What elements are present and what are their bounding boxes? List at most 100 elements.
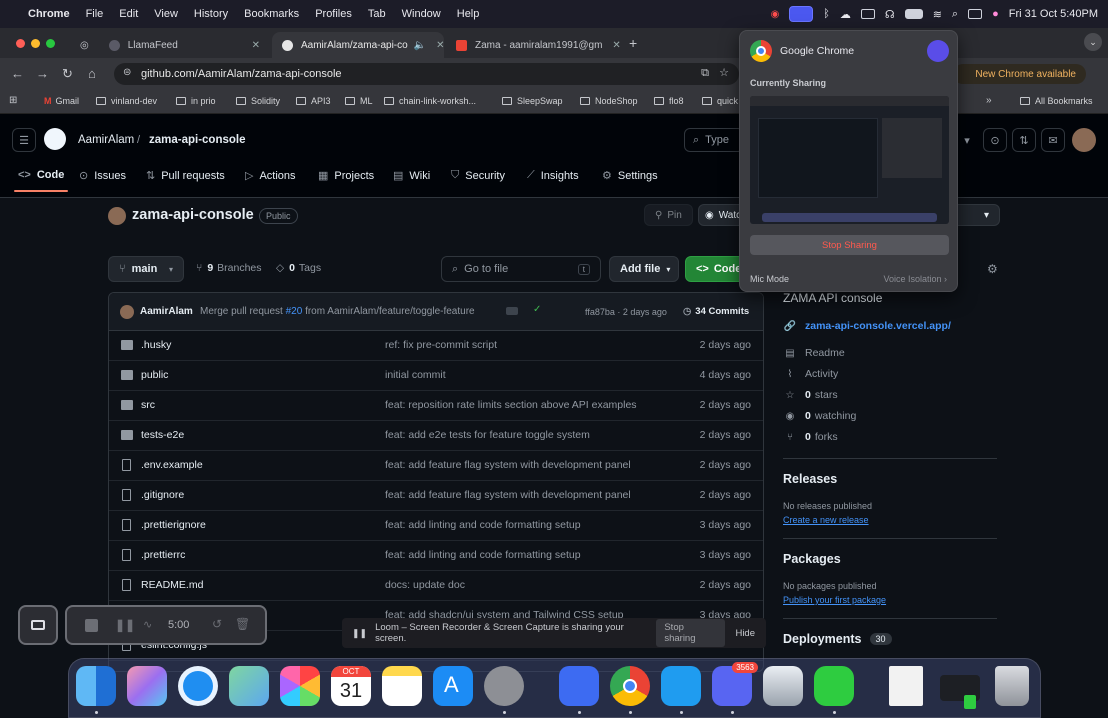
battery-icon[interactable] [904,9,923,19]
bookmark-chain-link[interactable]: chain-link-worksh... [384,96,476,106]
menu-bookmarks[interactable]: Bookmarks [244,8,299,20]
close-tab-icon[interactable]: ✕ [612,40,620,51]
file-name[interactable]: src [141,399,155,411]
restart-icon[interactable]: ↺ [212,617,222,631]
search-button[interactable]: ⌕ Type [684,128,744,152]
zoom-window-button[interactable] [46,39,55,48]
branches-link[interactable]: ⑂ 9 Branches [196,262,262,274]
trash-icon[interactable]: 🗑 [235,617,250,631]
bookmark-sleepswap[interactable]: SleepSwap [502,96,563,106]
apps-grid-icon[interactable]: ⊞ [9,95,17,106]
file-commit-message[interactable]: feat: add linting and code formatting se… [385,549,581,561]
about-settings-gear-icon[interactable]: ⚙ [987,262,998,276]
bookmark-gmail[interactable]: M Gmail [44,96,79,106]
ellipsis-expand-button[interactable] [506,307,518,315]
file-commit-message[interactable]: initial commit [385,369,446,381]
file-commit-message[interactable]: feat: reposition rate limits section abo… [385,399,637,411]
tab-llamafeed[interactable]: ◎ LlamaFeed ✕ [70,32,270,58]
tab-github-repo[interactable]: AamirAlam/zama-api-co 🔈 ✕ [272,32,445,58]
bookmark-quick[interactable]: quick [702,96,738,106]
hamburger-menu-icon[interactable]: ☰ [12,128,36,152]
file-row[interactable]: .gitignore feat: add feature flag system … [109,481,763,511]
finder-icon[interactable] [76,666,116,706]
launchpad-icon[interactable] [127,666,167,706]
file-name[interactable]: public [141,369,168,381]
menu-app-name[interactable]: Chrome [28,8,70,20]
minimize-window-button[interactable] [31,39,40,48]
tab-actions[interactable]: ▷ Actions [245,169,296,183]
new-tab-icon[interactable]: + [629,35,637,51]
readme-link[interactable]: ▤ Readme [783,347,844,359]
close-tab-icon[interactable]: ✕ [436,40,444,51]
app-store-icon[interactable]: A [433,666,473,706]
bookmark-vinland-dev[interactable]: vinland-dev [96,96,157,106]
file-commit-message[interactable]: ref: fix pre-commit script [385,339,497,351]
tab-issues[interactable]: ⊙ Issues [79,169,126,183]
display-icon[interactable] [860,9,875,19]
menu-profiles[interactable]: Profiles [315,8,352,20]
file-commit-message[interactable]: feat: add feature flag system with devel… [385,489,631,501]
bookmark-solidity[interactable]: Solidity [236,96,280,106]
file-commit-message[interactable]: feat: add linting and code formatting se… [385,519,581,531]
window-thumbnail-icon[interactable] [940,675,980,709]
tab-pull-requests[interactable]: ⇅ Pull requests [146,169,225,183]
tab-projects[interactable]: ▦ Projects [318,169,374,183]
file-row[interactable]: src feat: reposition rate limits section … [109,391,763,421]
tab-wiki[interactable]: ▤ Wiki [393,169,430,183]
menu-file[interactable]: File [86,8,104,20]
pause-icon[interactable]: ❚❚ [115,618,135,632]
commit-author[interactable]: AamirAlam [140,306,193,317]
tab-settings[interactable]: ⚙ Settings [602,169,658,183]
commit-count-link[interactable]: ◷ 34 Commits [683,306,749,317]
create-release-link[interactable]: Create a new release [783,515,869,525]
file-row[interactable]: tests-e2e feat: add e2e tests for feature… [109,421,763,451]
bluetooth-icon[interactable]: ᛒ [823,8,830,20]
file-commit-message[interactable]: feat: add e2e tests for feature toggle s… [385,429,590,441]
more-bookmarks-icon[interactable]: » [986,95,992,106]
forks-link[interactable]: ⑂ 0 forks [783,431,838,443]
control-center-icon[interactable] [968,9,983,19]
battery-app-icon[interactable] [814,666,854,706]
hide-button[interactable]: Hide [735,628,755,639]
speaker-icon[interactable]: 🔈 [414,40,426,51]
mic-mode-value[interactable]: Voice Isolation › [883,274,947,284]
preview-icon[interactable] [763,666,803,706]
watching-link[interactable]: ◉ 0 watching [783,410,857,422]
bookmark-in-prio[interactable]: in prio [176,96,216,106]
file-row[interactable]: .prettierrc feat: add linting and code fo… [109,541,763,571]
file-row[interactable]: .husky ref: fix pre-commit script 2 days a… [109,331,763,361]
file-row[interactable]: .prettierignore feat: add linting and cod… [109,511,763,541]
issues-icon[interactable]: ⊙ [983,128,1007,152]
releases-heading[interactable]: Releases [783,472,837,486]
branch-selector[interactable]: ⑂ main ▾ [108,256,184,282]
tags-link[interactable]: ◇ 0 Tags [276,262,321,274]
new-chrome-available-button[interactable]: New Chrome available [953,64,1086,84]
stop-recording-icon[interactable] [85,619,98,632]
packages-heading[interactable]: Packages [783,552,841,566]
file-row[interactable]: README.md docs: update doc 2 days ago [109,571,763,601]
url-field[interactable]: ⊜ github.com/AamirAlam/zama-api-console … [114,63,739,85]
system-settings-icon[interactable] [484,666,524,706]
menu-edit[interactable]: Edit [119,8,138,20]
maps-icon[interactable] [229,666,269,706]
file-commit-message[interactable]: docs: update doc [385,579,465,591]
github-logo-icon[interactable] [44,128,66,150]
stop-sharing-bar-button[interactable]: Stop sharing [656,619,726,647]
loom-app-icon[interactable] [559,666,599,706]
cloud-icon[interactable]: ☁ [840,8,851,21]
commit-pr-link[interactable]: #20 [286,306,303,317]
close-tab-icon[interactable]: ✕ [252,40,260,51]
loom-camera-toggle[interactable] [18,605,58,645]
repo-title[interactable]: zama-api-console [132,207,254,223]
file-name[interactable]: .husky [141,339,171,351]
tab-zama-gmail[interactable]: Zama - aamiralam1991@gm ✕ [446,32,622,58]
discord-icon[interactable]: 3563 [712,662,758,706]
commit-message[interactable]: Merge pull request #20 from AamirAlam/fe… [200,306,475,317]
add-file-button[interactable]: Add file ▾ [609,256,679,282]
screen-share-icon[interactable] [789,6,814,22]
file-name[interactable]: .prettierrc [141,549,185,561]
siri-icon[interactable]: ● [992,8,999,20]
go-to-file-input[interactable]: ⌕ Go to file t [441,256,601,282]
tab-search-icon[interactable]: ⌄ [1084,33,1102,51]
file-name[interactable]: README.md [141,579,203,591]
